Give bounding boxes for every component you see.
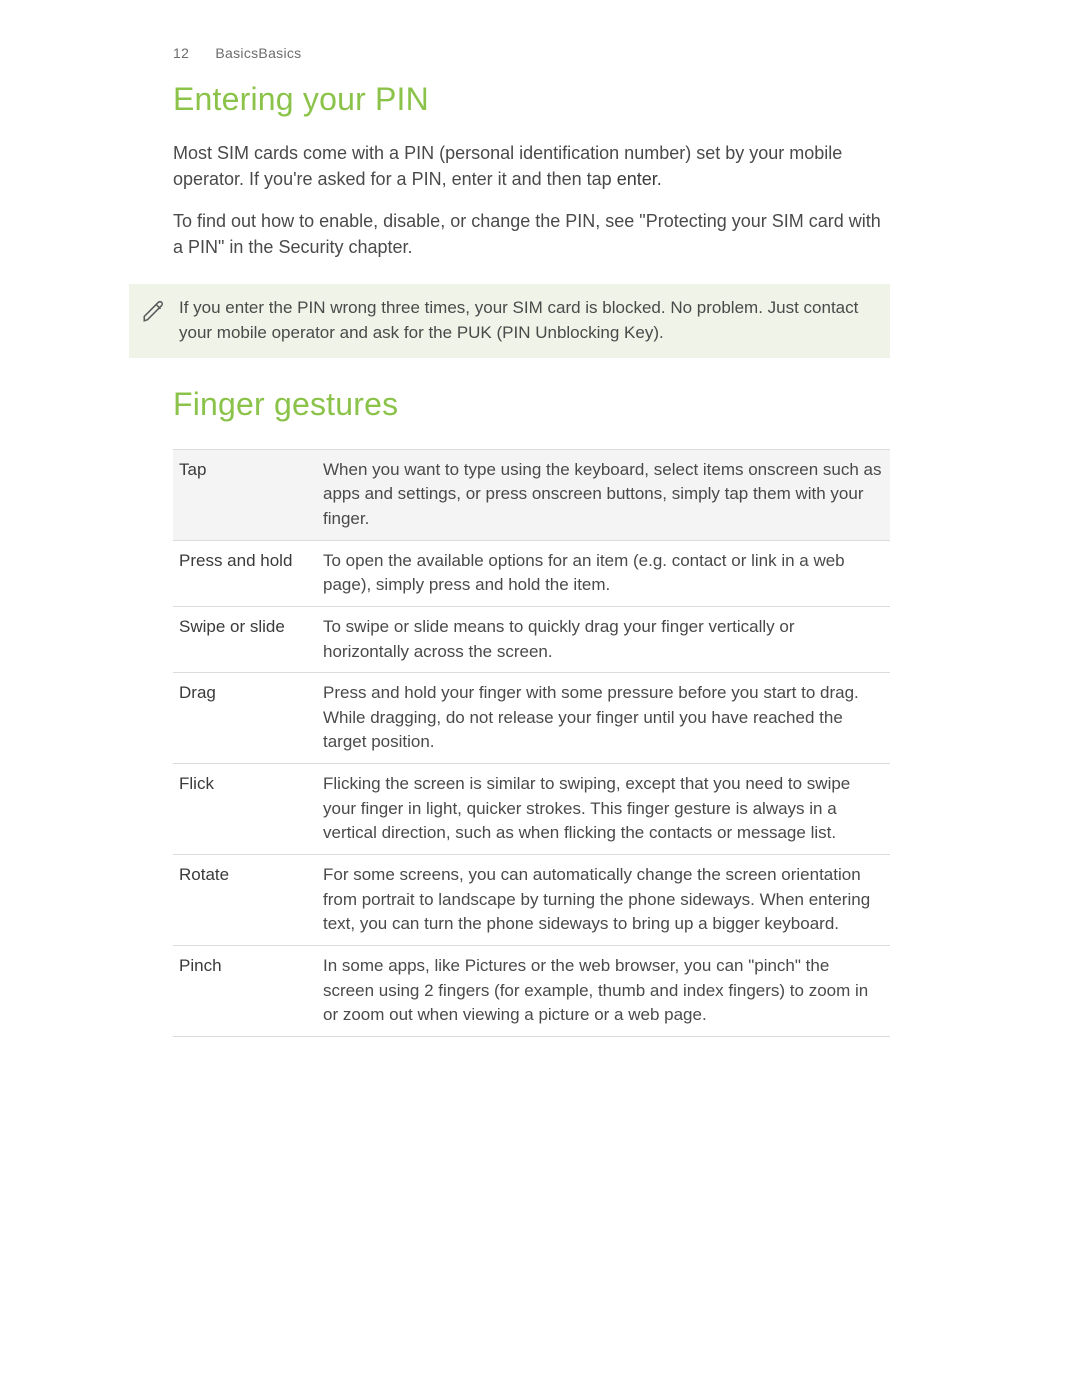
gesture-term: Rotate (173, 854, 317, 945)
page-header: 12 BasicsBasics (173, 45, 301, 61)
text-run: Most SIM cards come with a PIN (personal… (173, 143, 842, 189)
gesture-term: Tap (173, 449, 317, 540)
page-content: Entering your PIN Most SIM cards come wi… (173, 45, 890, 1037)
table-row: Flick Flicking the screen is similar to … (173, 764, 890, 855)
table-row: Drag Press and hold your finger with som… (173, 673, 890, 764)
text-run: . (657, 169, 662, 189)
gesture-term: Swipe or slide (173, 606, 317, 672)
gesture-desc: Flicking the screen is similar to swipin… (317, 764, 890, 855)
table-row: Rotate For some screens, you can automat… (173, 854, 890, 945)
text-enter-keyword: enter (617, 169, 657, 189)
table-row: Swipe or slide To swipe or slide means t… (173, 606, 890, 672)
gesture-term: Press and hold (173, 540, 317, 606)
note-text: If you enter the PIN wrong three times, … (179, 298, 858, 342)
breadcrumb: BasicsBasics (215, 45, 301, 61)
section-heading-entering-pin: Entering your PIN (173, 81, 890, 118)
note-callout: If you enter the PIN wrong three times, … (129, 284, 890, 357)
gesture-term: Flick (173, 764, 317, 855)
gesture-desc: To open the available options for an ite… (317, 540, 890, 606)
page-number: 12 (173, 45, 189, 61)
gesture-table: Tap When you want to type using the keyb… (173, 449, 890, 1037)
gesture-term: Pinch (173, 945, 317, 1036)
section-heading-finger-gestures: Finger gestures (173, 386, 890, 423)
pencil-icon (141, 298, 167, 324)
gesture-term: Drag (173, 673, 317, 764)
table-row: Pinch In some apps, like Pictures or the… (173, 945, 890, 1036)
gesture-desc: For some screens, you can automatically … (317, 854, 890, 945)
document-page: 12 BasicsBasics Entering your PIN Most S… (0, 0, 1080, 1397)
table-row: Tap When you want to type using the keyb… (173, 449, 890, 540)
paragraph-pin-more: To find out how to enable, disable, or c… (173, 208, 890, 260)
gesture-desc: Press and hold your finger with some pre… (317, 673, 890, 764)
table-row: Press and hold To open the available opt… (173, 540, 890, 606)
gesture-desc: In some apps, like Pictures or the web b… (317, 945, 890, 1036)
paragraph-pin-intro: Most SIM cards come with a PIN (personal… (173, 140, 890, 192)
gesture-desc: When you want to type using the keyboard… (317, 449, 890, 540)
gesture-desc: To swipe or slide means to quickly drag … (317, 606, 890, 672)
